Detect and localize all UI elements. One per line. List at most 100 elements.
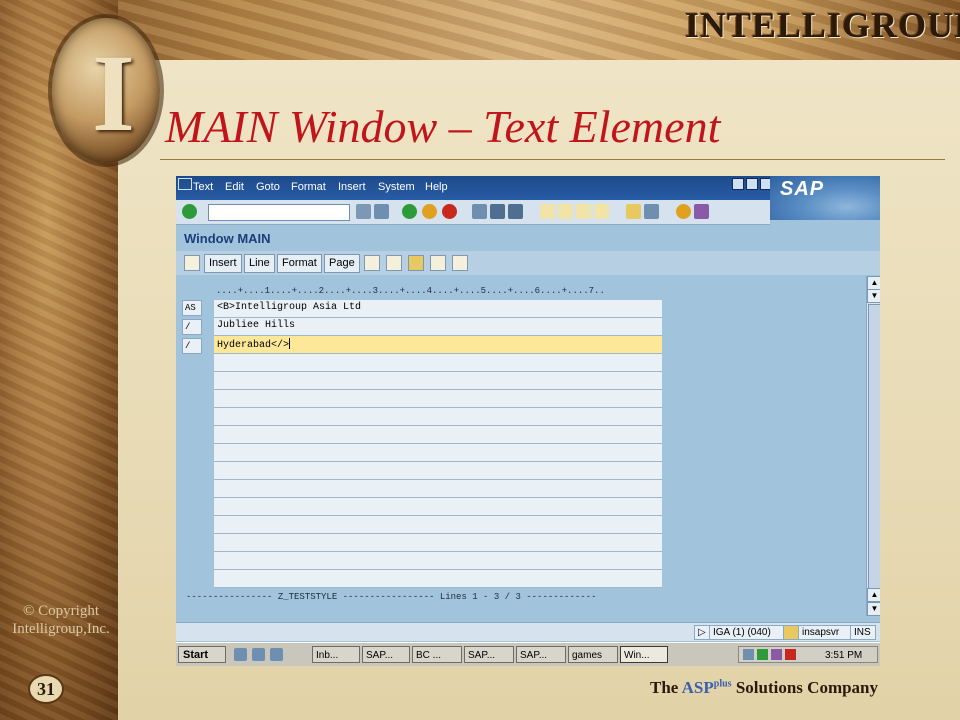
- taskbar-item[interactable]: BC ...: [412, 646, 462, 663]
- tagline-asp: ASP: [681, 678, 714, 697]
- editor-line[interactable]: [214, 552, 662, 570]
- page-button[interactable]: Page: [324, 254, 360, 273]
- line-text: Jubliee Hills: [217, 320, 296, 331]
- comment-icon[interactable]: [452, 255, 468, 271]
- server-icon: [783, 625, 799, 640]
- text-editor[interactable]: <B>Intelligroup Asia Ltd Jubliee Hills H…: [214, 300, 662, 588]
- editor-line[interactable]: [214, 462, 662, 480]
- line-button[interactable]: Line: [244, 254, 275, 273]
- tagline-the: The: [650, 678, 679, 697]
- scroll-thumb[interactable]: [868, 304, 880, 596]
- scroll-up-icon[interactable]: ▲: [867, 276, 880, 290]
- menu-system[interactable]: System: [378, 181, 415, 193]
- menu-help[interactable]: Help: [425, 181, 448, 193]
- editor-line[interactable]: [214, 354, 662, 372]
- quicklaunch-ie-icon[interactable]: [252, 648, 265, 661]
- paragraph-format-column: AS / /: [182, 300, 202, 357]
- back-icon[interactable]: [402, 204, 417, 219]
- save-icon[interactable]: [374, 204, 389, 219]
- taskbar-item-active[interactable]: Win...: [620, 646, 668, 663]
- editor-line[interactable]: [214, 426, 662, 444]
- scroll-page-down-icon[interactable]: ▲: [867, 588, 880, 602]
- scroll-down-icon[interactable]: ▼: [867, 602, 880, 616]
- format-field[interactable]: AS: [182, 300, 202, 316]
- editor-line[interactable]: [214, 480, 662, 498]
- menu-text[interactable]: Text: [193, 181, 213, 193]
- clipboard-icon[interactable]: [364, 255, 380, 271]
- editor-line[interactable]: [214, 390, 662, 408]
- editor-line[interactable]: [214, 372, 662, 390]
- editor-line[interactable]: [214, 570, 662, 588]
- taskbar-item[interactable]: Inb...: [312, 646, 360, 663]
- new-session-icon[interactable]: [626, 204, 641, 219]
- taskbar-item[interactable]: SAP...: [516, 646, 566, 663]
- editor-line[interactable]: [214, 408, 662, 426]
- editor-line[interactable]: [214, 516, 662, 534]
- start-button[interactable]: Start: [178, 646, 226, 663]
- back-nav-icon[interactable]: [356, 204, 371, 219]
- copyright-notice: © Copyright Intelligroup,Inc.: [6, 602, 116, 638]
- editor-line[interactable]: <B>Intelligroup Asia Ltd: [214, 300, 662, 318]
- tagline-plus: plus: [713, 678, 732, 690]
- taskbar-item[interactable]: SAP...: [464, 646, 514, 663]
- line-text: <B>Intelligroup Asia Ltd: [217, 302, 362, 313]
- editor-line[interactable]: [214, 534, 662, 552]
- first-page-icon[interactable]: [540, 204, 555, 219]
- tagline-rest: Solutions Company: [735, 678, 879, 697]
- system-menu-icon[interactable]: [178, 178, 192, 190]
- copyright-line-1: © Copyright: [23, 603, 99, 619]
- screen-title: Window MAIN: [184, 231, 271, 246]
- taskbar-item[interactable]: SAP...: [362, 646, 410, 663]
- standard-toolbar: [176, 200, 770, 225]
- maximize-icon[interactable]: [746, 178, 758, 190]
- quicklaunch-outlook-icon[interactable]: [270, 648, 283, 661]
- enter-icon[interactable]: [182, 204, 197, 219]
- print-icon[interactable]: [472, 204, 487, 219]
- format-field[interactable]: /: [182, 338, 202, 354]
- find-next-icon[interactable]: [508, 204, 523, 219]
- cut-icon[interactable]: [386, 255, 402, 271]
- previous-page-icon[interactable]: [558, 204, 573, 219]
- shortcut-icon[interactable]: [644, 204, 659, 219]
- logo-letter-icon: I: [92, 32, 135, 154]
- slide-title: MAIN Window – Text Element: [165, 101, 721, 152]
- title-divider: [160, 159, 945, 160]
- sap-window: Text Edit Goto Format Insert System Help…: [176, 176, 880, 666]
- quicklaunch-desktop-icon[interactable]: [234, 648, 247, 661]
- next-page-icon[interactable]: [576, 204, 591, 219]
- format-button[interactable]: Format: [277, 254, 322, 273]
- layout-menu-icon[interactable]: [694, 204, 709, 219]
- tray-alert-icon[interactable]: [785, 649, 796, 660]
- sap-logo-text: SAP: [780, 178, 825, 200]
- vertical-scrollbar[interactable]: ▲ ▼ ▲ ▼: [866, 276, 880, 616]
- editor-line-active[interactable]: Hyderabad</>: [214, 336, 662, 354]
- paste-icon[interactable]: [430, 255, 446, 271]
- menu-goto[interactable]: Goto: [256, 181, 280, 193]
- server-name: insapsvr: [798, 625, 852, 640]
- format-field[interactable]: /: [182, 319, 202, 335]
- copyright-line-2: Intelligroup,Inc.: [12, 621, 110, 637]
- taskbar-item[interactable]: games: [568, 646, 618, 663]
- line-text-with-cursor: Hyderabad</>: [217, 338, 291, 351]
- help-icon[interactable]: [676, 204, 691, 219]
- tray-app-icon[interactable]: [771, 649, 782, 660]
- menu-format[interactable]: Format: [291, 181, 326, 193]
- minimize-icon[interactable]: [732, 178, 744, 190]
- cancel-icon[interactable]: [442, 204, 457, 219]
- editor-line[interactable]: [214, 498, 662, 516]
- command-field[interactable]: [208, 204, 350, 221]
- exit-icon[interactable]: [422, 204, 437, 219]
- text-cursor: [289, 338, 291, 349]
- menu-insert[interactable]: Insert: [338, 181, 366, 193]
- last-page-icon[interactable]: [594, 204, 609, 219]
- network-icon[interactable]: [757, 649, 768, 660]
- menu-edit[interactable]: Edit: [225, 181, 244, 193]
- select-cursor-icon[interactable]: [184, 255, 200, 271]
- editor-line[interactable]: Jubliee Hills: [214, 318, 662, 336]
- scroll-page-up-icon[interactable]: ▼: [867, 289, 880, 303]
- copy-icon[interactable]: [408, 255, 424, 271]
- find-icon[interactable]: [490, 204, 505, 219]
- speaker-icon[interactable]: [743, 649, 754, 660]
- insert-button[interactable]: Insert: [204, 254, 242, 273]
- editor-line[interactable]: [214, 444, 662, 462]
